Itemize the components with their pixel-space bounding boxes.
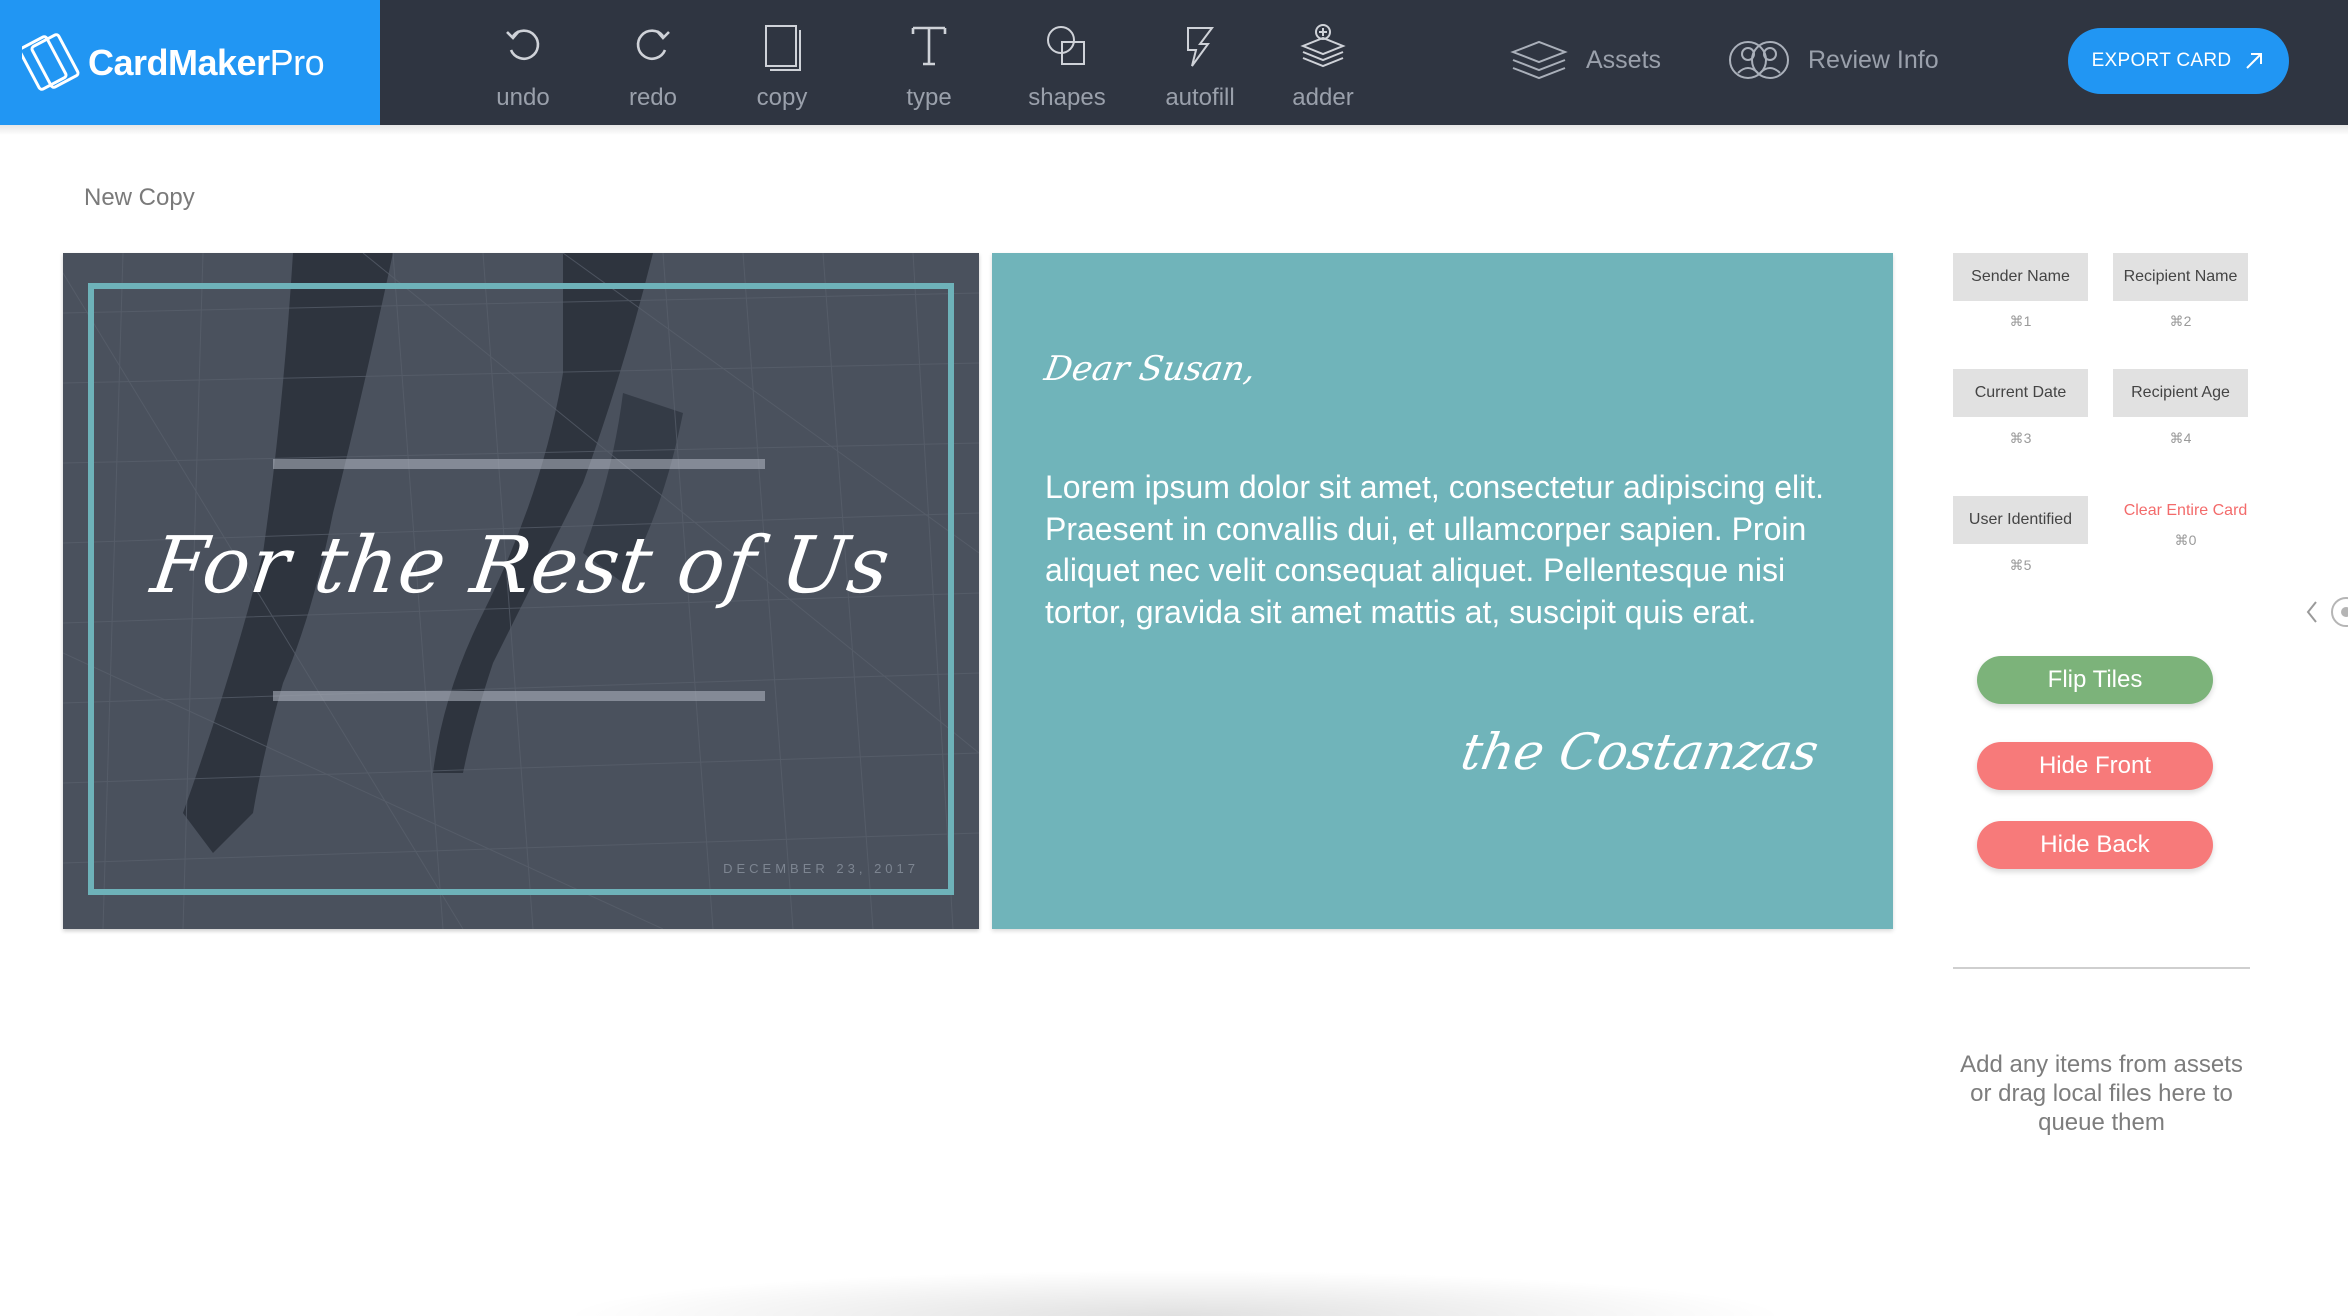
review-info-label: Review Info (1808, 45, 1939, 74)
current-date-shortcut: ⌘3 (2009, 430, 2032, 446)
redo-label: redo (628, 84, 678, 111)
recipient-age-chip[interactable]: Recipient Age (2113, 369, 2248, 417)
collapse-panel-icon[interactable] (2302, 592, 2348, 632)
shapes-label: shapes (1028, 84, 1106, 111)
card-date[interactable]: DECEMBER 23, 2017 (723, 861, 919, 876)
card-greeting[interactable]: Dear Susan, (1041, 349, 1258, 389)
card-message[interactable]: Lorem ipsum dolor sit amet, consectetur … (1045, 467, 1855, 633)
redo-button[interactable]: redo (598, 22, 708, 122)
undo-icon (506, 29, 540, 60)
document-title[interactable]: New Copy (84, 184, 195, 212)
clear-entire-card-link[interactable]: Clear Entire Card (2118, 502, 2253, 520)
recipient-name-shortcut: ⌘2 (2169, 313, 2192, 329)
type-label: type (906, 84, 952, 111)
undo-button[interactable]: undo (468, 22, 578, 122)
flip-tiles-button[interactable]: Flip Tiles (1977, 656, 2213, 704)
card-headline[interactable]: For the Rest of Us (63, 521, 979, 611)
cards-logo-icon (22, 33, 80, 91)
topbar-shadow (0, 125, 2348, 135)
headline-rule-top (273, 459, 765, 469)
panel-divider (1953, 967, 2250, 969)
queue-hint: Add any items from assets or drag local … (1960, 1051, 2243, 1136)
external-arrow-icon (2246, 53, 2263, 69)
review-info-link[interactable]: Review Info (1728, 30, 1939, 90)
autofill-label: autofill (1165, 84, 1235, 111)
recipient-age-shortcut: ⌘4 (2169, 430, 2192, 446)
people-icon (1729, 41, 1789, 79)
redo-icon (636, 29, 670, 60)
app-name-bold: CardMaker (88, 42, 270, 83)
assets-label: Assets (1586, 45, 1662, 74)
shapes-icon (1047, 26, 1085, 65)
sender-name-chip[interactable]: Sender Name (1953, 253, 2088, 301)
undo-label: undo (496, 84, 550, 111)
layers-icon (1510, 40, 1568, 80)
copy-button[interactable]: copy (727, 22, 837, 122)
app-name: CardMakerPro (88, 42, 325, 84)
sender-name-shortcut: ⌘1 (2009, 313, 2032, 329)
app-name-light: Pro (269, 42, 325, 83)
recipient-name-chip[interactable]: Recipient Name (2113, 253, 2248, 301)
card-signature[interactable]: the Costanzas (1457, 723, 1823, 781)
user-identified-shortcut: ⌘5 (2009, 557, 2032, 573)
export-card-button[interactable]: EXPORT CARD (2068, 28, 2289, 94)
assets-link[interactable]: Assets (1510, 30, 1661, 90)
top-bar: CardMakerPro undo redo copy type shapes … (0, 0, 2348, 125)
hide-back-button[interactable]: Hide Back (1977, 821, 2213, 869)
card-back[interactable]: Dear Susan, Lorem ipsum dolor sit amet, … (992, 253, 1893, 929)
hide-front-button[interactable]: Hide Front (1977, 742, 2213, 790)
adder-button[interactable]: adder (1268, 22, 1378, 122)
headline-rule-bottom (273, 691, 765, 701)
card-front[interactable]: For the Rest of Us DECEMBER 23, 2017 (63, 253, 979, 929)
bottom-shadow (560, 1270, 1790, 1316)
type-button[interactable]: type (874, 22, 984, 122)
copy-icon (765, 25, 801, 71)
user-identified-chip[interactable]: User Identified (1953, 496, 2088, 544)
export-card-label: EXPORT CARD (2091, 50, 2232, 71)
type-icon (911, 26, 947, 66)
autofill-button[interactable]: autofill (1145, 22, 1255, 122)
adder-icon (1300, 24, 1346, 68)
current-date-chip[interactable]: Current Date (1953, 369, 2088, 417)
autofill-icon (1187, 27, 1214, 67)
brand[interactable]: CardMakerPro (0, 0, 380, 125)
shapes-button[interactable]: shapes (1012, 22, 1122, 122)
copy-label: copy (756, 84, 808, 111)
clear-card-shortcut: ⌘0 (2174, 532, 2197, 548)
adder-label: adder (1292, 84, 1354, 111)
